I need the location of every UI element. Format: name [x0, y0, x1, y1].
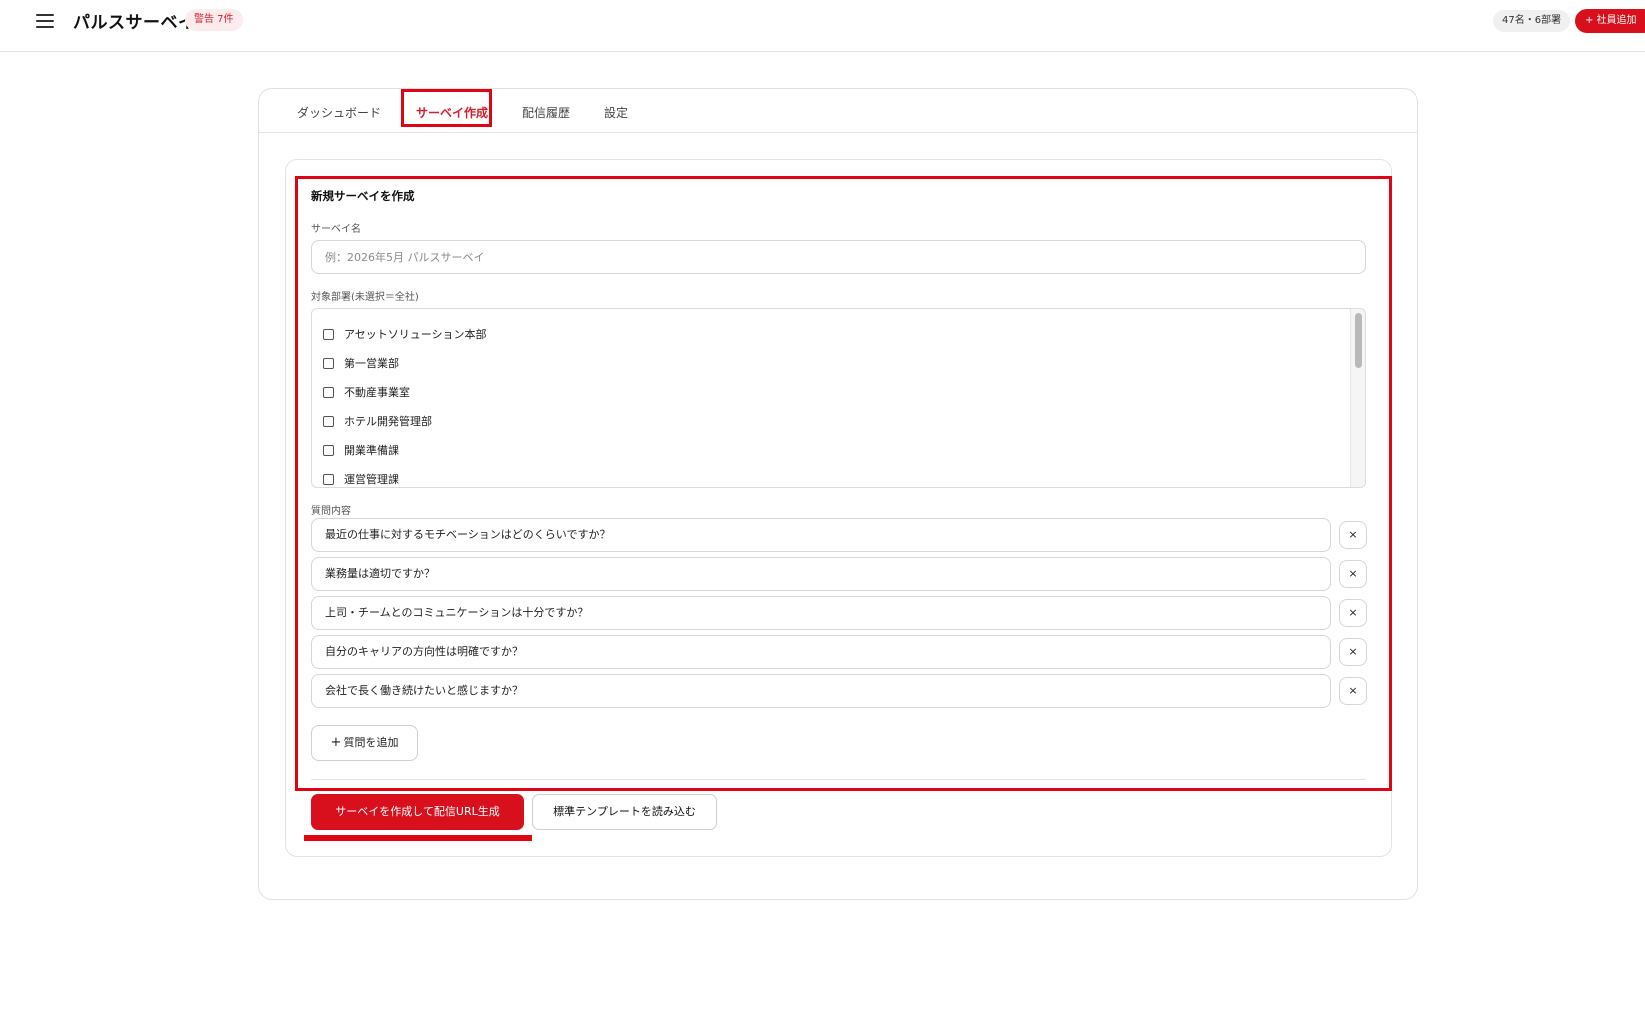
tab-delivery-history[interactable]: 配信履歴 — [522, 104, 570, 121]
form-title: 新規サーベイを作成 — [311, 189, 415, 203]
department-option[interactable]: アセットソリューション本部 — [323, 324, 487, 344]
department-list[interactable]: アセットソリューション本部 第一営業部 不動産事業室 ホテル開発管理部 開業準備… — [311, 308, 1366, 488]
form-divider — [311, 779, 1366, 780]
remove-question-button[interactable]: × — [1339, 560, 1367, 588]
department-option[interactable]: 不動産事業室 — [323, 382, 410, 402]
remove-question-button[interactable]: × — [1339, 677, 1367, 705]
department-label: 不動産事業室 — [344, 386, 410, 399]
department-option[interactable]: 開業準備課 — [323, 440, 399, 460]
scrollbar-thumb[interactable] — [1355, 313, 1362, 368]
create-survey-button[interactable]: サーベイを作成して配信URL生成 — [311, 794, 524, 830]
question-input[interactable]: 業務量は適切ですか？ — [311, 557, 1331, 591]
question-input[interactable]: 上司・チームとのコミュニケーションは十分ですか？ — [311, 596, 1331, 630]
department-label: 開業準備課 — [344, 444, 399, 457]
department-checkbox[interactable] — [323, 357, 334, 369]
add-question-label: 質問を追加 — [343, 736, 399, 749]
survey-name-label: サーベイ名 — [311, 224, 361, 235]
department-checkbox[interactable] — [323, 386, 334, 398]
department-checkbox[interactable] — [323, 473, 334, 485]
department-option[interactable]: ホテル開発管理部 — [323, 411, 432, 431]
app-header: パルスサーベイ 警告 7件 47名・6部署 + 社員追加 — [0, 0, 1645, 52]
remove-question-button[interactable]: × — [1339, 638, 1367, 666]
target-dept-label: 対象部署(未選択＝全社) — [311, 292, 419, 303]
main-panel: ダッシュボード サーベイ作成 配信履歴 設定 新規サーベイを作成 サーベイ名 対… — [258, 88, 1418, 900]
remove-question-button[interactable]: × — [1339, 521, 1367, 549]
department-option[interactable]: 第一営業部 — [323, 353, 399, 373]
department-option[interactable]: 運営管理課 — [323, 469, 399, 487]
department-label: 運営管理課 — [344, 473, 399, 486]
app-title: パルスサーベイ — [73, 13, 196, 33]
department-checkbox[interactable] — [323, 415, 334, 427]
survey-name-input[interactable] — [311, 240, 1366, 274]
add-employee-button[interactable]: + 社員追加 — [1575, 9, 1645, 33]
question-input[interactable]: 最近の仕事に対するモチベーションはどのくらいですか？ — [311, 518, 1331, 552]
department-checkbox[interactable] — [323, 444, 334, 456]
department-label: アセットソリューション本部 — [344, 328, 487, 341]
menu-icon[interactable] — [36, 14, 54, 28]
department-label: 第一営業部 — [344, 357, 399, 370]
load-template-button[interactable]: 標準テンプレートを読み込む — [532, 794, 717, 830]
department-scrollbar[interactable] — [1350, 309, 1365, 487]
tab-bar: ダッシュボード サーベイ作成 配信履歴 設定 — [259, 89, 1417, 133]
tab-settings[interactable]: 設定 — [604, 104, 628, 121]
add-question-button[interactable]: + 質問を追加 — [311, 725, 418, 761]
questions-label: 質問内容 — [311, 506, 351, 517]
question-input[interactable]: 自分のキャリアの方向性は明確ですか？ — [311, 635, 1331, 669]
survey-form-card: 新規サーベイを作成 サーベイ名 対象部署(未選択＝全社) アセットソリューション… — [285, 159, 1392, 857]
tab-survey-create[interactable]: サーベイ作成 — [416, 104, 488, 121]
department-label: ホテル開発管理部 — [344, 415, 432, 428]
remove-question-button[interactable]: × — [1339, 599, 1367, 627]
plus-icon: + — [330, 735, 342, 750]
employee-stats-badge: 47名・6部署 — [1493, 10, 1571, 32]
question-input[interactable]: 会社で長く働き続けたいと感じますか？ — [311, 674, 1331, 708]
warning-badge[interactable]: 警告 7件 — [185, 9, 243, 31]
create-button-highlight — [304, 835, 532, 841]
tab-dashboard[interactable]: ダッシュボード — [297, 104, 381, 121]
department-checkbox[interactable] — [323, 328, 334, 340]
